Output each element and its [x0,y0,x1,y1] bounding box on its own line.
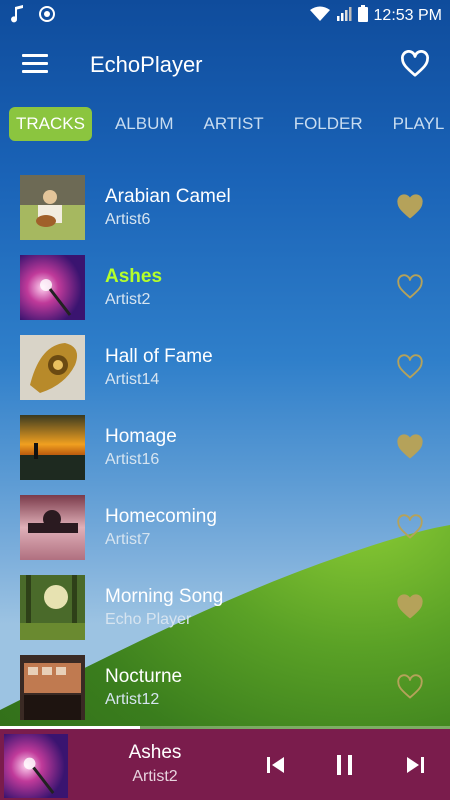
track-row[interactable]: Arabian Camel Artist6 [0,160,450,240]
app-title: EchoPlayer [90,52,203,77]
tab-folder[interactable]: FOLDER [286,108,371,140]
album-art-thumbnail [20,655,85,720]
track-row[interactable]: Nocturne Artist12 [0,640,450,720]
track-title: Homage [105,426,177,447]
tab-artist[interactable]: ARTIST [196,108,272,140]
track-artist: Artist12 [105,691,160,708]
clock: 12:53 PM [373,7,442,24]
tab-album[interactable]: ALBUM [107,108,182,140]
track-title: Hall of Fame [105,346,213,367]
track-row[interactable]: Homage Artist16 [0,400,450,480]
track-row[interactable]: Homecoming Artist7 [0,480,450,560]
track-title-playing: Ashes [105,266,163,287]
album-art-thumbnail [20,335,85,400]
signal-icon [336,6,352,27]
heart-outline-icon[interactable] [396,514,424,540]
heart-outline-icon[interactable] [396,274,424,300]
heart-outline-icon[interactable] [396,674,424,700]
track-row[interactable]: Hall of Fame Artist14 [0,320,450,400]
favorites-heart-icon[interactable] [400,50,430,78]
track-title: Arabian Camel [105,186,231,207]
previous-icon[interactable] [262,751,290,779]
next-icon[interactable] [401,751,429,779]
track-row[interactable]: Ashes Artist2 [0,240,450,320]
sync-icon [38,5,56,28]
tab-playlist[interactable]: PLAYL [385,108,450,140]
track-artist: Artist2 [105,291,151,308]
hamburger-menu-icon[interactable] [22,54,48,74]
app-bar: EchoPlayer [0,32,450,98]
track-artist: Artist14 [105,371,160,388]
tab-bar: TRACKS ALBUM ARTIST FOLDER PLAYL [0,106,450,142]
album-art-thumbnail [20,175,85,240]
heart-filled-icon[interactable] [396,194,424,220]
track-row[interactable]: Morning Song Echo Player [0,560,450,640]
music-note-icon [10,5,24,28]
pause-icon[interactable] [331,751,359,779]
status-bar: 12:53 PM [0,0,450,32]
track-title: Morning Song [105,586,224,607]
album-art-thumbnail [20,415,85,480]
tab-tracks[interactable]: TRACKS [9,107,92,141]
now-playing-bar[interactable]: Ashes Artist2 [0,729,450,800]
album-art-thumbnail [20,255,85,320]
track-artist: Artist16 [105,451,160,468]
wifi-icon [309,6,330,27]
track-artist: Artist7 [105,531,151,548]
album-art-thumbnail [20,575,85,640]
heart-filled-icon[interactable] [396,594,424,620]
heart-filled-icon[interactable] [396,434,424,460]
battery-icon [357,5,368,27]
track-title: Homecoming [105,506,217,527]
track-artist: Echo Player [105,611,192,628]
track-artist: Artist6 [105,211,151,228]
album-art-thumbnail [20,495,85,560]
track-list: Arabian Camel Artist6 Ashes Artist2 Hall… [0,160,450,720]
heart-outline-icon[interactable] [396,354,424,380]
track-title: Nocturne [105,666,183,687]
